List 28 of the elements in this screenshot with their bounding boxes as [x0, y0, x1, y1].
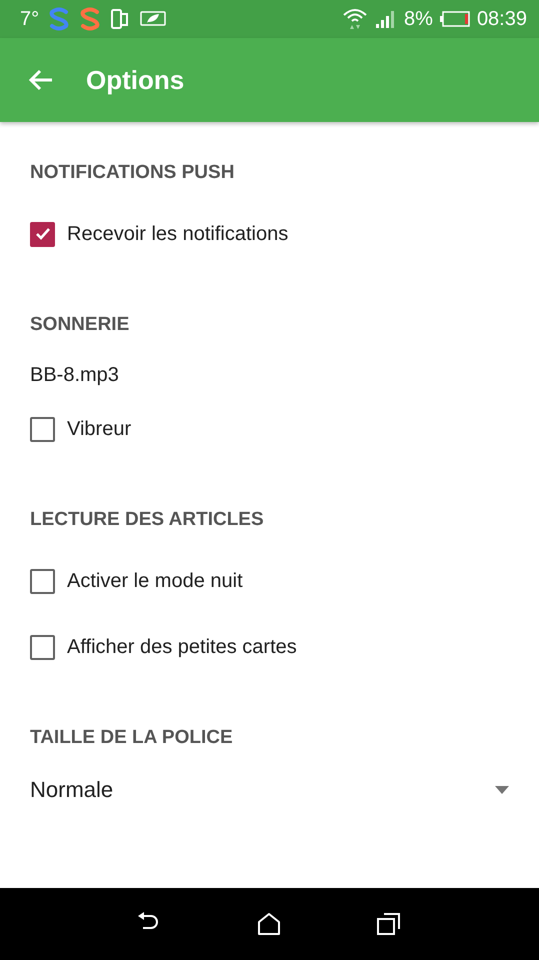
temperature: 7° [20, 8, 40, 30]
phone-icon [110, 8, 130, 30]
section-header: SONNERIE [30, 314, 130, 336]
checkbox-label[interactable]: Activer le mode nuit [67, 570, 243, 592]
battery-percentage: 8% [404, 8, 433, 30]
battery-leaf-icon [139, 10, 168, 28]
section-header: NOTIFICATIONS PUSH [30, 162, 236, 184]
s-logo-icon [48, 7, 70, 31]
wifi-icon [342, 7, 368, 31]
checkbox[interactable] [30, 416, 55, 442]
checkbox[interactable] [30, 568, 55, 594]
checkbox[interactable] [30, 222, 55, 246]
battery-icon [438, 10, 471, 28]
checkbox-label[interactable]: Recevoir les notifications [67, 222, 288, 246]
back-arrow-icon [28, 68, 54, 92]
recent-apps-icon[interactable] [376, 912, 402, 936]
screen-title: Options [86, 64, 184, 96]
section-header: LECTURE DES ARTICLES [30, 509, 265, 531]
checkbox-label[interactable]: Vibreur [67, 418, 132, 440]
checkbox[interactable] [30, 634, 55, 660]
section-header: TAILLE DE LA POLICE [30, 727, 234, 749]
checkbox-label[interactable]: Afficher des petites cartes [67, 636, 297, 658]
font-size-dropdown[interactable]: Normale [30, 777, 509, 803]
home-icon[interactable] [257, 912, 282, 936]
dropdown-arrow-icon [495, 786, 509, 794]
s-logo-icon [79, 7, 102, 31]
clock: 08:39 [476, 8, 527, 30]
ringtone-name[interactable]: BB-8.mp3 [30, 364, 509, 387]
